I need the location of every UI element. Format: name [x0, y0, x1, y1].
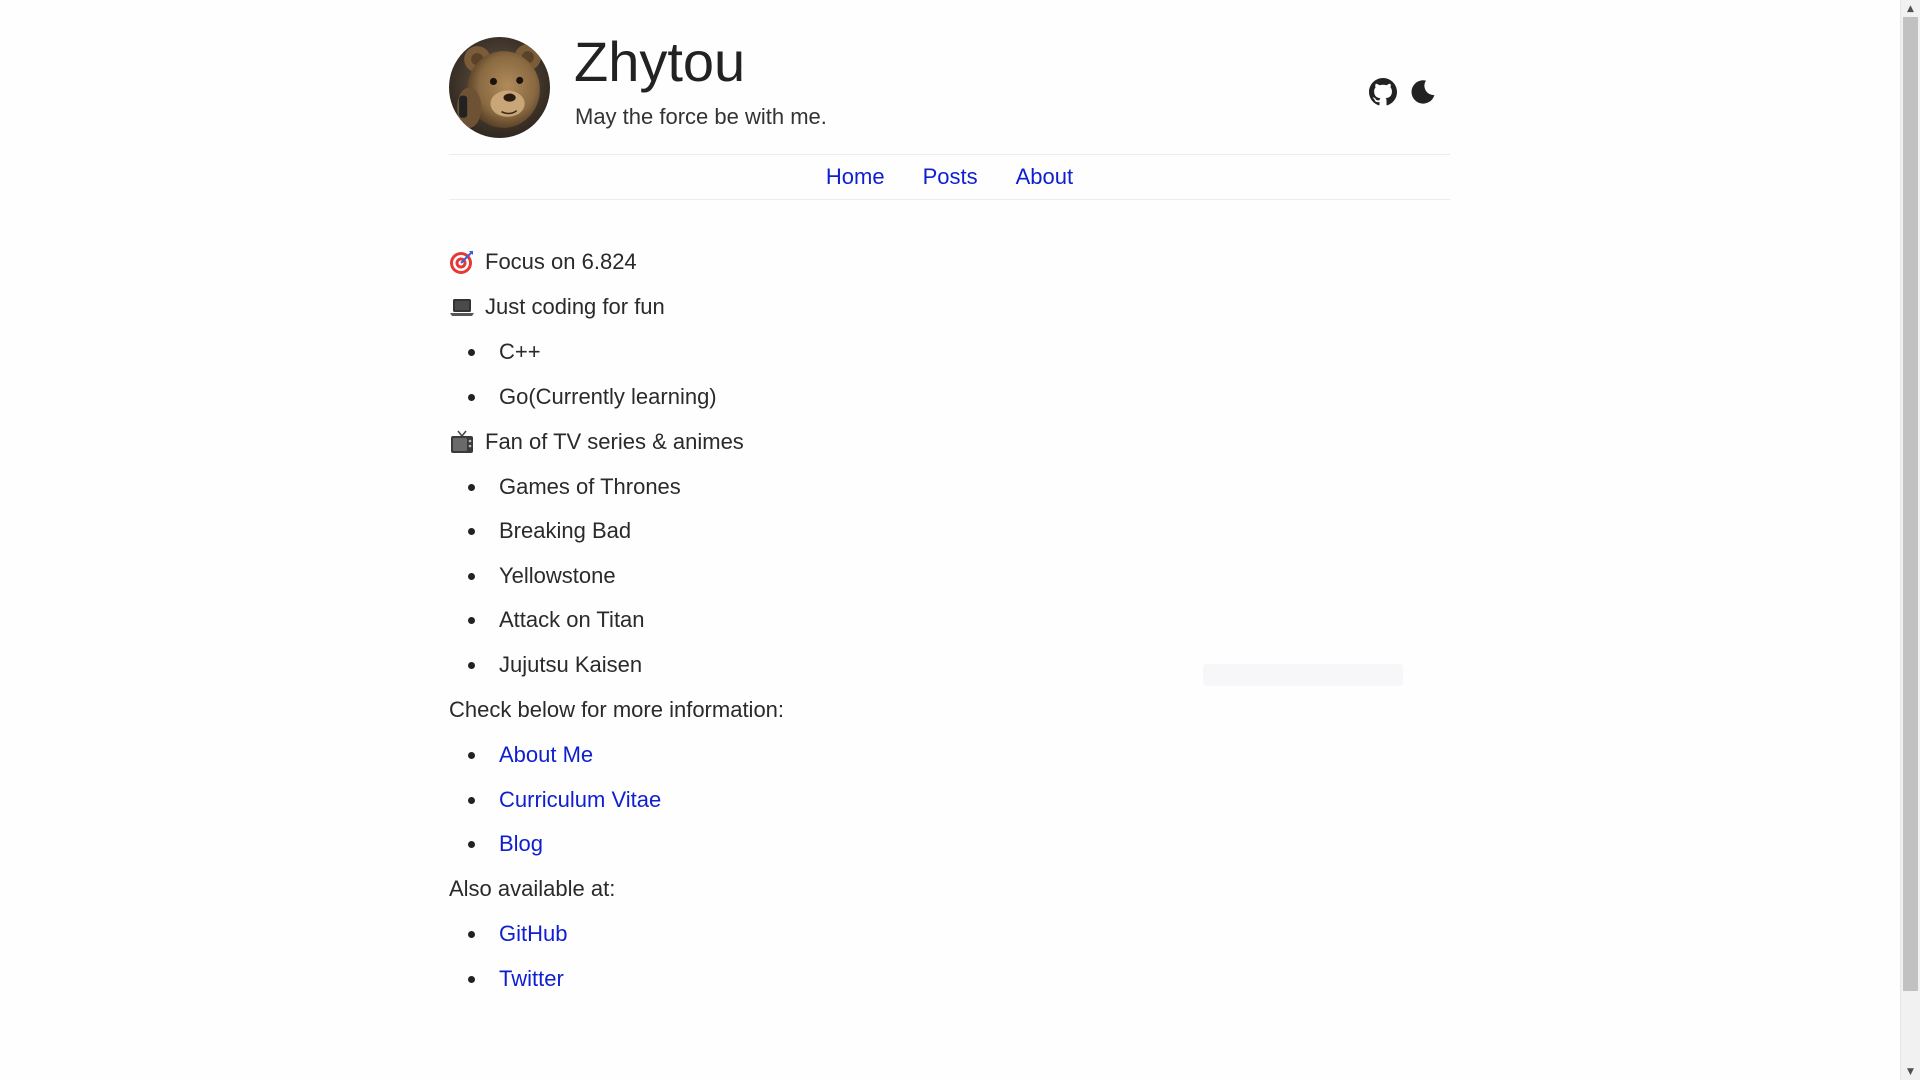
list-item: Yellowstone — [449, 562, 1450, 590]
main-content: Focus on 6.824 Just coding for fun C++ G… — [449, 248, 1450, 1010]
focus-line: Focus on 6.824 — [449, 248, 1450, 276]
list-item: Twitter — [449, 965, 1450, 993]
faint-overlay — [1203, 664, 1403, 686]
list-item: Go(Currently learning) — [449, 383, 1450, 411]
tv-list: Games of Thrones Breaking Bad Yellowston… — [449, 473, 1450, 679]
scrollbar-thumb[interactable] — [1903, 17, 1918, 991]
about-me-link[interactable]: About Me — [499, 742, 593, 767]
focus-text: Focus on 6.824 — [485, 249, 637, 274]
list-item: GitHub — [449, 920, 1450, 948]
scroll-up-arrow-icon[interactable]: ▲ — [1901, 0, 1920, 17]
browser-viewport: Zhytou May the force be with me. Home Po… — [0, 0, 1920, 1080]
list-item: Breaking Bad — [449, 517, 1450, 545]
tv-text: Fan of TV series & animes — [485, 428, 744, 454]
header-icons — [1369, 78, 1437, 106]
list-item: About Me — [449, 741, 1450, 769]
coding-text: Just coding for fun — [485, 294, 665, 319]
nav-posts-link[interactable]: Posts — [923, 163, 978, 191]
target-icon — [449, 249, 475, 275]
teddy-bear-avatar-icon — [449, 37, 550, 138]
cv-link[interactable]: Curriculum Vitae — [499, 787, 661, 812]
list-item: C++ — [449, 338, 1450, 366]
tv-icon — [449, 429, 475, 455]
info-links: About Me Curriculum Vitae Blog — [449, 741, 1450, 858]
page-container: Zhytou May the force be with me. Home Po… — [449, 0, 1450, 991]
twitter-link[interactable]: Twitter — [499, 966, 564, 991]
list-item: Blog — [449, 830, 1450, 858]
list-item: Attack on Titan — [449, 606, 1450, 634]
nav-home-link[interactable]: Home — [826, 163, 885, 191]
list-item: Games of Thrones — [449, 473, 1450, 501]
available-line: Also available at: — [449, 876, 616, 902]
available-links: GitHub Twitter — [449, 920, 1450, 993]
laptop-icon — [449, 294, 475, 320]
main-nav: Home Posts About — [449, 154, 1450, 200]
nav-about-link[interactable]: About — [1016, 163, 1074, 191]
site-header: Zhytou May the force be with me. — [449, 0, 1450, 153]
coding-line: Just coding for fun — [449, 293, 1450, 321]
avatar[interactable] — [449, 37, 550, 138]
scroll-down-arrow-icon[interactable]: ▼ — [1901, 1063, 1920, 1080]
site-title[interactable]: Zhytou — [574, 28, 745, 96]
github-icon[interactable] — [1369, 78, 1397, 106]
github-link[interactable]: GitHub — [499, 921, 567, 946]
moon-icon[interactable] — [1409, 78, 1437, 106]
vertical-scrollbar[interactable]: ▲ ▼ — [1900, 0, 1920, 1080]
tv-line: Fan of TV series & animes — [449, 428, 1450, 456]
list-item: Curriculum Vitae — [449, 786, 1450, 814]
info-line: Check below for more information: — [449, 696, 785, 722]
coding-list: C++ Go(Currently learning) — [449, 338, 1450, 411]
blog-link[interactable]: Blog — [499, 831, 543, 856]
site-subtitle: May the force be with me. — [575, 104, 827, 129]
